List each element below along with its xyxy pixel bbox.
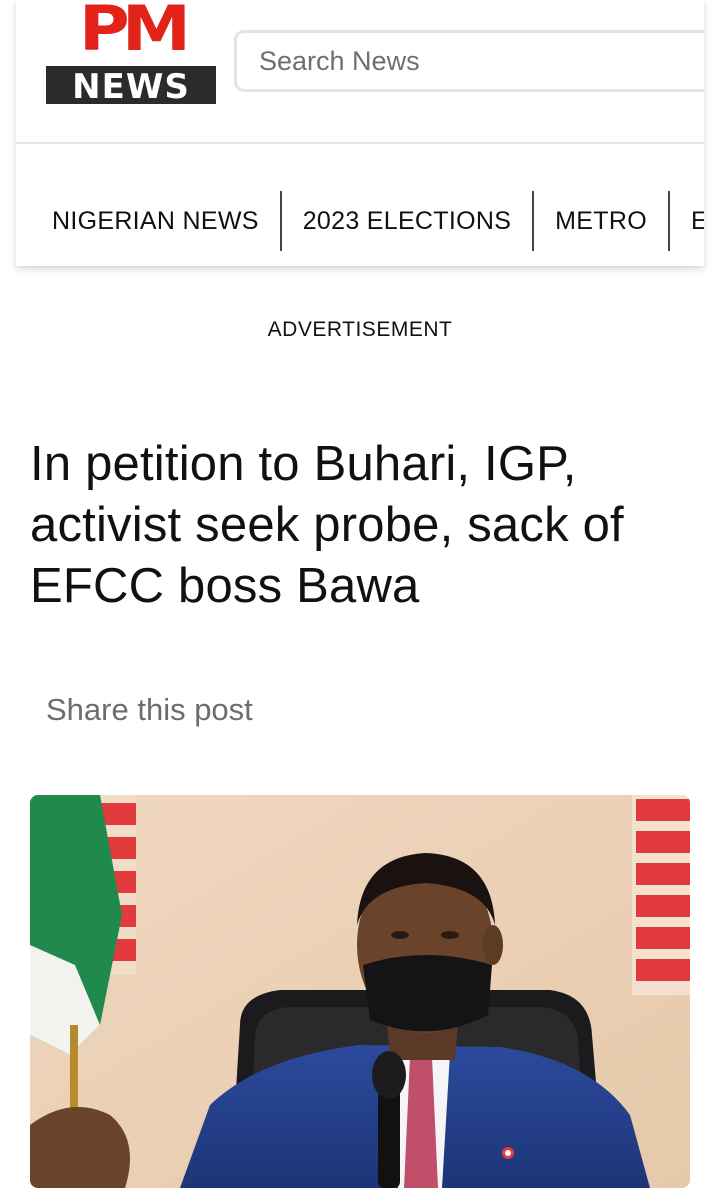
nav-item-entertainment[interactable]: EN [670,191,704,251]
category-nav: NIGERIAN NEWS 2023 ELECTIONS METRO EN [16,190,704,252]
logo-news-text: NEWS [46,66,216,106]
advertisement-label: ADVERTISEMENT [267,318,453,341]
share-post-button[interactable]: Share this post [46,692,253,728]
nav-item-2023-elections[interactable]: 2023 ELECTIONS [282,191,535,251]
article-hero-image[interactable] [30,795,690,1188]
search-box[interactable] [234,30,704,92]
nav-item-metro[interactable]: METRO [534,191,670,251]
pm-news-logo[interactable]: PM NEWS [46,0,216,106]
nav-item-nigerian-news[interactable]: NIGERIAN NEWS [16,191,282,251]
search-input[interactable] [259,45,704,77]
site-header: PM NEWS NIGERIAN NEWS 2023 ELECTIONS MET… [16,0,704,266]
article-headline: In petition to Buhari, IGP, activist see… [30,437,624,613]
header-divider [16,142,704,144]
logo-pm-text: PM [78,0,191,65]
hero-photo [30,795,690,1188]
